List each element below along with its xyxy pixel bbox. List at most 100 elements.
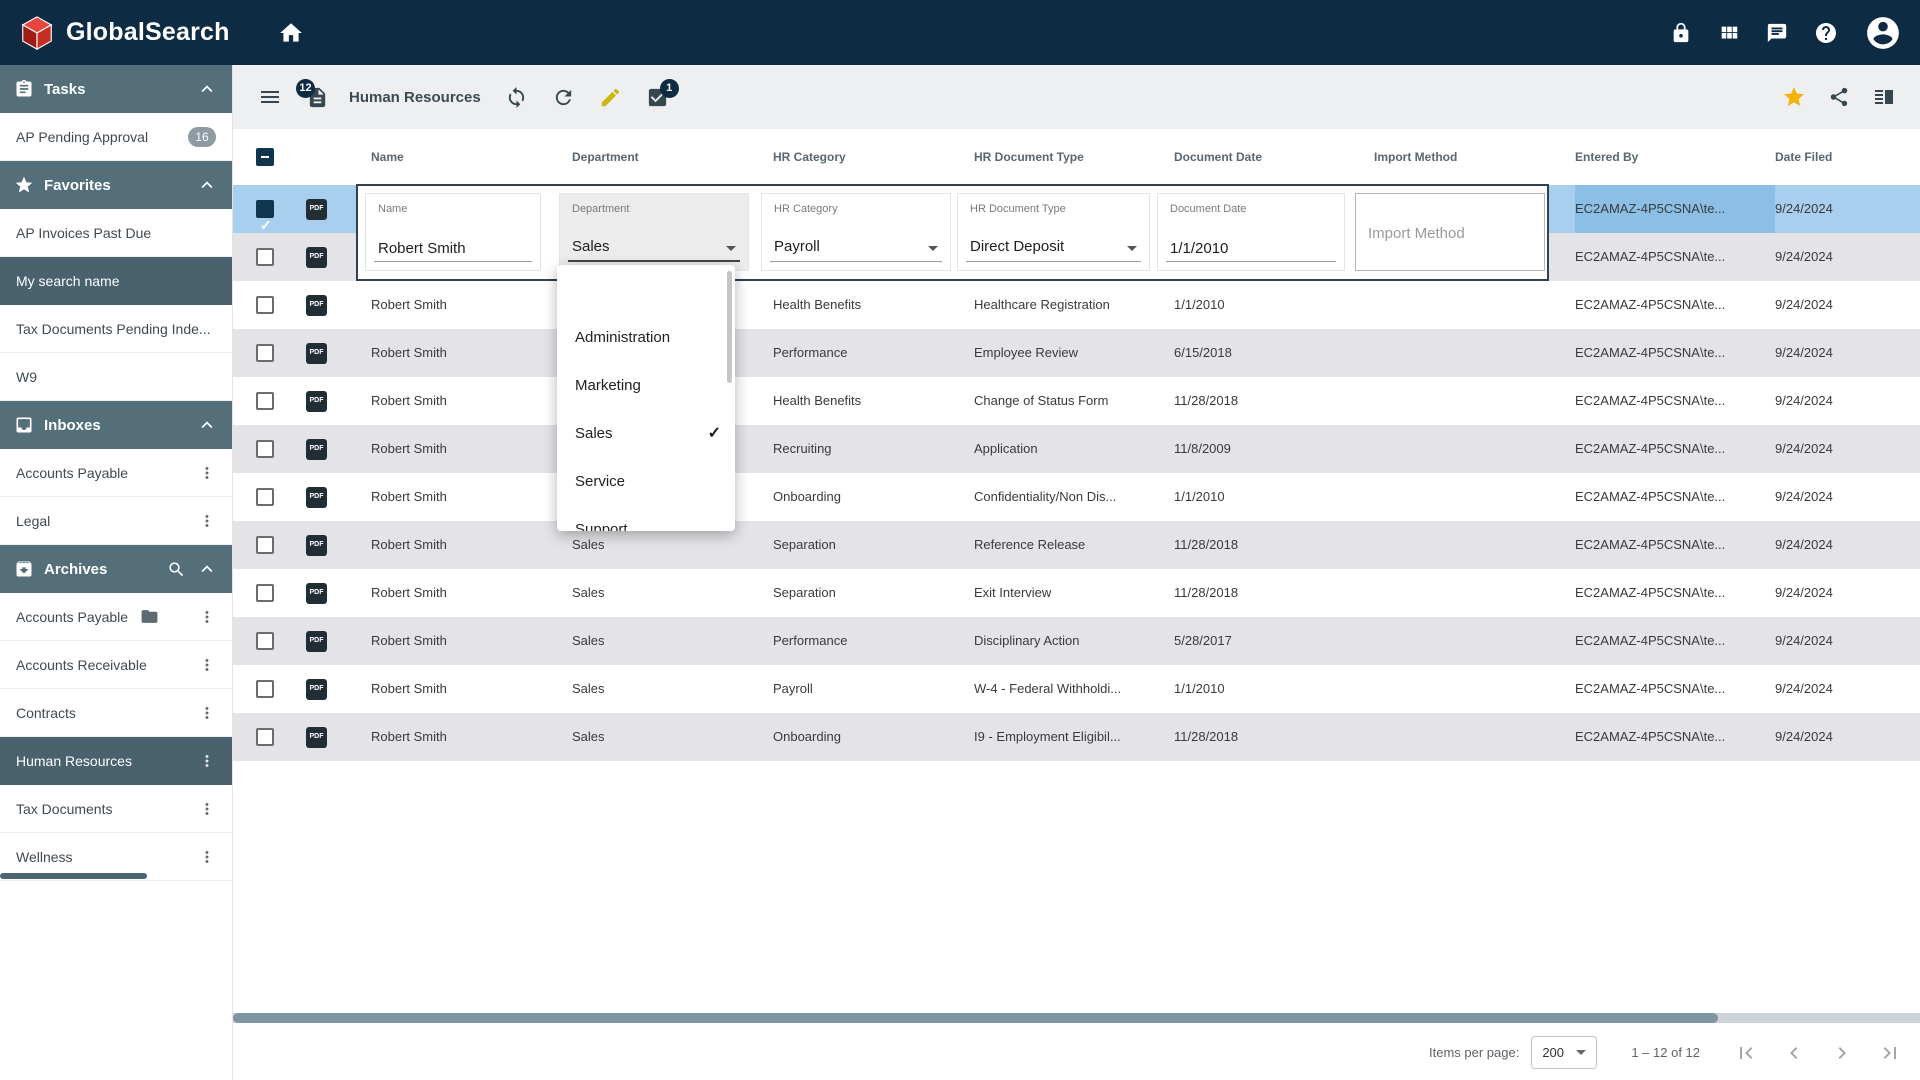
column-header[interactable]: Department <box>572 129 773 185</box>
import-method-input[interactable] <box>1368 225 1530 242</box>
help-button[interactable] <box>1814 21 1838 45</box>
sidebar-item-my-search-name[interactable]: My search name <box>0 257 232 305</box>
department-select[interactable]: Department Sales <box>559 193 749 271</box>
home-button[interactable] <box>278 20 304 46</box>
dropdown-option[interactable]: Sales <box>557 409 735 457</box>
edit-button[interactable] <box>599 86 622 109</box>
feedback-button[interactable] <box>1766 22 1788 44</box>
sidebar-item-tax-documents-pending[interactable]: Tax Documents Pending Inde... <box>0 305 232 353</box>
sidebar-section-archives[interactable]: Archives <box>0 545 232 593</box>
row-checkbox[interactable] <box>256 344 274 362</box>
table-row[interactable]: PDF Robert Smith Sales Recruiting Applic… <box>233 425 1920 473</box>
import-method-field[interactable] <box>1355 193 1545 271</box>
kebab-menu-icon[interactable] <box>198 656 216 674</box>
account-avatar-button[interactable] <box>1864 14 1902 52</box>
kebab-menu-icon[interactable] <box>198 608 216 626</box>
column-header[interactable]: Import Method <box>1374 129 1575 185</box>
column-header[interactable]: HR Category <box>773 129 974 185</box>
kebab-menu-icon[interactable] <box>198 464 216 482</box>
pdf-file-icon[interactable]: PDF <box>306 727 327 748</box>
document-date-input[interactable] <box>1170 240 1330 257</box>
dropdown-option[interactable]: Administration <box>557 313 735 361</box>
modules-button[interactable] <box>1718 22 1740 44</box>
row-checkbox[interactable] <box>256 536 274 554</box>
chevron-up-icon[interactable] <box>196 414 218 436</box>
share-button[interactable] <box>1828 86 1850 108</box>
table-row[interactable]: PDF Robert Smith Sales Health Benefits C… <box>233 377 1920 425</box>
dropdown-option[interactable]: Marketing <box>557 361 735 409</box>
sidebar-item-archive-contracts[interactable]: Contracts <box>0 689 232 737</box>
row-checkbox[interactable] <box>256 632 274 650</box>
table-row[interactable]: PDF Robert Smith Sales Performance Emplo… <box>233 329 1920 377</box>
chevron-up-icon[interactable] <box>196 78 218 100</box>
pdf-file-icon[interactable]: PDF <box>306 535 327 556</box>
kebab-menu-icon[interactable] <box>198 848 216 866</box>
document-date-field[interactable]: Document Date <box>1157 193 1345 271</box>
hr-document-type-select[interactable]: HR Document Type Direct Deposit <box>957 193 1150 271</box>
pdf-file-icon[interactable]: PDF <box>306 199 327 220</box>
row-checkbox[interactable] <box>256 488 274 506</box>
pdf-file-icon[interactable]: PDF <box>306 343 327 364</box>
sidebar-item-ap-pending-approval[interactable]: AP Pending Approval 16 <box>0 113 232 161</box>
sidebar-scrollbar-thumb[interactable] <box>0 873 147 879</box>
sidebar-item-inbox-legal[interactable]: Legal <box>0 497 232 545</box>
dropdown-scrollbar-thumb[interactable] <box>727 271 732 383</box>
row-checkbox[interactable] <box>256 440 274 458</box>
split-view-button[interactable] <box>1872 85 1896 109</box>
chevron-up-icon[interactable] <box>196 174 218 196</box>
pdf-file-icon[interactable]: PDF <box>306 439 327 460</box>
sidebar-item-inbox-accounts-payable[interactable]: Accounts Payable <box>0 449 232 497</box>
kebab-menu-icon[interactable] <box>198 512 216 530</box>
sidebar-item-archive-human-resources[interactable]: Human Resources <box>0 737 232 785</box>
previous-page-button[interactable] <box>1782 1041 1806 1065</box>
pdf-file-icon[interactable]: PDF <box>306 631 327 652</box>
kebab-menu-icon[interactable] <box>198 800 216 818</box>
row-checkbox[interactable] <box>256 728 274 746</box>
name-field[interactable]: Name <box>365 193 541 271</box>
kebab-menu-icon[interactable] <box>198 704 216 722</box>
table-row[interactable]: PDF Robert Smith Sales Onboarding Confid… <box>233 473 1920 521</box>
hr-category-select[interactable]: HR Category Payroll <box>761 193 951 271</box>
chevron-up-icon[interactable] <box>196 558 218 580</box>
table-row[interactable]: PDF Robert Smith Sales Performance Disci… <box>233 617 1920 665</box>
pdf-file-icon[interactable]: PDF <box>306 391 327 412</box>
row-checkbox[interactable] <box>256 584 274 602</box>
column-header[interactable]: Name <box>371 129 572 185</box>
lock-button[interactable] <box>1670 22 1692 44</box>
dropdown-option[interactable]: Support <box>557 505 735 531</box>
result-count[interactable]: 12 <box>306 86 329 109</box>
column-header[interactable]: HR Document Type <box>974 129 1174 185</box>
sidebar-item-archive-tax-documents[interactable]: Tax Documents <box>0 785 232 833</box>
table-row[interactable]: PDF Robert Smith Sales Onboarding I9 - E… <box>233 713 1920 761</box>
items-per-page-select[interactable]: 200 <box>1531 1036 1597 1069</box>
pdf-file-icon[interactable]: PDF <box>306 295 327 316</box>
dropdown-option[interactable] <box>557 265 735 313</box>
pdf-file-icon[interactable]: PDF <box>306 487 327 508</box>
dropdown-option[interactable]: Service <box>557 457 735 505</box>
row-checkbox[interactable] <box>256 296 274 314</box>
sidebar-section-favorites[interactable]: Favorites <box>0 161 232 209</box>
table-row[interactable]: PDF Robert Smith Sales Health Benefits H… <box>233 281 1920 329</box>
horizontal-scrollbar[interactable] <box>233 1013 1920 1023</box>
sidebar-item-archive-accounts-receivable[interactable]: Accounts Receivable <box>0 641 232 689</box>
table-row[interactable]: PDF Robert Smith Sales Separation Exit I… <box>233 569 1920 617</box>
select-all-checkbox[interactable] <box>256 148 274 166</box>
first-page-button[interactable] <box>1734 1041 1758 1065</box>
column-header[interactable]: Entered By <box>1575 129 1775 185</box>
selected-count[interactable]: 1 <box>646 86 669 109</box>
refresh-button[interactable] <box>552 86 575 109</box>
pdf-file-icon[interactable]: PDF <box>306 583 327 604</box>
sidebar-item-ap-invoices-past-due[interactable]: AP Invoices Past Due <box>0 209 232 257</box>
row-checkbox[interactable] <box>256 200 274 218</box>
sidebar-item-w9[interactable]: W9 <box>0 353 232 401</box>
menu-button[interactable] <box>258 85 282 109</box>
pdf-file-icon[interactable]: PDF <box>306 679 327 700</box>
last-page-button[interactable] <box>1878 1041 1902 1065</box>
horizontal-scrollbar-thumb[interactable] <box>233 1013 1718 1023</box>
sidebar-section-tasks[interactable]: Tasks <box>0 65 232 113</box>
row-checkbox[interactable] <box>256 248 274 266</box>
sidebar-section-inboxes[interactable]: Inboxes <box>0 401 232 449</box>
pdf-file-icon[interactable]: PDF <box>306 247 327 268</box>
row-checkbox[interactable] <box>256 392 274 410</box>
kebab-menu-icon[interactable] <box>198 752 216 770</box>
